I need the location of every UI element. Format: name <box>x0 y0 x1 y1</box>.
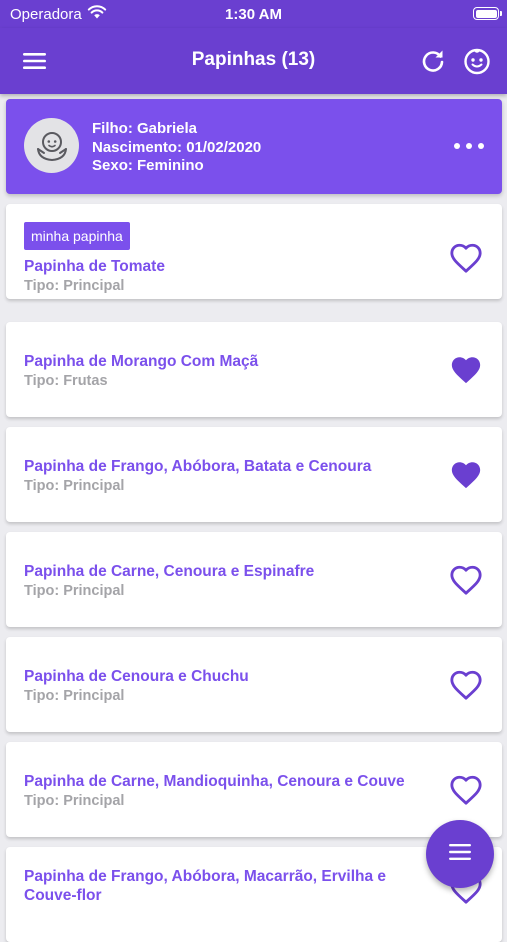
list-item[interactable]: Papinha de Cenoura e Chuchu Tipo: Princi… <box>6 637 502 732</box>
child-birth-date: Nascimento: 01/02/2020 <box>92 138 262 156</box>
heart-outline-icon[interactable] <box>446 770 486 810</box>
status-bar: Operadora 1:30 AM <box>0 0 507 28</box>
recipe-name: Papinha de Cenoura e Chuchu <box>24 668 249 685</box>
recipe-type: Tipo: Principal <box>24 583 125 599</box>
list-item[interactable]: Papinha de Morango Com Maçã Tipo: Frutas <box>6 322 502 417</box>
list-item[interactable]: Papinha de Frango, Abóbora, Batata e Cen… <box>6 427 502 522</box>
baby-face-icon[interactable] <box>457 41 497 81</box>
heart-outline-icon[interactable] <box>446 238 486 278</box>
recipe-name: Papinha de Frango, Abóbora, Macarrão, Er… <box>24 868 387 904</box>
child-sex: Sexo: Feminino <box>92 157 204 174</box>
more-horizontal-icon[interactable] <box>454 133 484 159</box>
fab-menu-button[interactable] <box>426 820 494 888</box>
child-info: Filho: Gabriela Nascimento: 01/02/2020 S… <box>92 120 261 176</box>
refresh-icon[interactable] <box>413 41 453 81</box>
my-recipe-badge: minha papinha <box>24 222 130 250</box>
list-item[interactable]: minha papinha Papinha de Tomate Tipo: Pr… <box>6 204 502 299</box>
recipe-type: Tipo: Principal <box>24 478 125 494</box>
heart-filled-icon[interactable] <box>446 350 486 390</box>
clock: 1:30 AM <box>225 6 282 23</box>
child-info-card[interactable]: Filho: Gabriela Nascimento: 01/02/2020 S… <box>6 99 502 194</box>
battery-icon <box>473 7 502 20</box>
recipe-name: Papinha de Carne, Mandioquinha, Cenoura … <box>24 773 405 790</box>
app-bar: Papinhas (13) <box>0 28 507 94</box>
menu-icon <box>448 843 472 866</box>
child-name: Filho: Gabriela <box>92 120 198 137</box>
recipe-name: Papinha de Tomate <box>24 258 165 275</box>
list-item[interactable]: Papinha de Carne, Mandioquinha, Cenoura … <box>6 742 502 837</box>
recipe-name: Papinha de Frango, Abóbora, Batata e Cen… <box>24 458 372 475</box>
recipe-type: Tipo: Principal <box>24 688 125 704</box>
recipe-type: Tipo: Principal <box>24 793 125 809</box>
baby-icon <box>24 118 79 173</box>
recipe-type: Tipo: Frutas <box>24 373 108 389</box>
heart-filled-icon[interactable] <box>446 455 486 495</box>
recipe-type: Tipo: Principal <box>24 278 125 294</box>
recipe-name: Papinha de Morango Com Maçã <box>24 353 259 370</box>
list-item[interactable]: Papinha de Carne, Cenoura e Espinafre Ti… <box>6 532 502 627</box>
heart-outline-icon[interactable] <box>446 560 486 600</box>
heart-outline-icon[interactable] <box>446 665 486 705</box>
recipe-name: Papinha de Carne, Cenoura e Espinafre <box>24 563 315 580</box>
